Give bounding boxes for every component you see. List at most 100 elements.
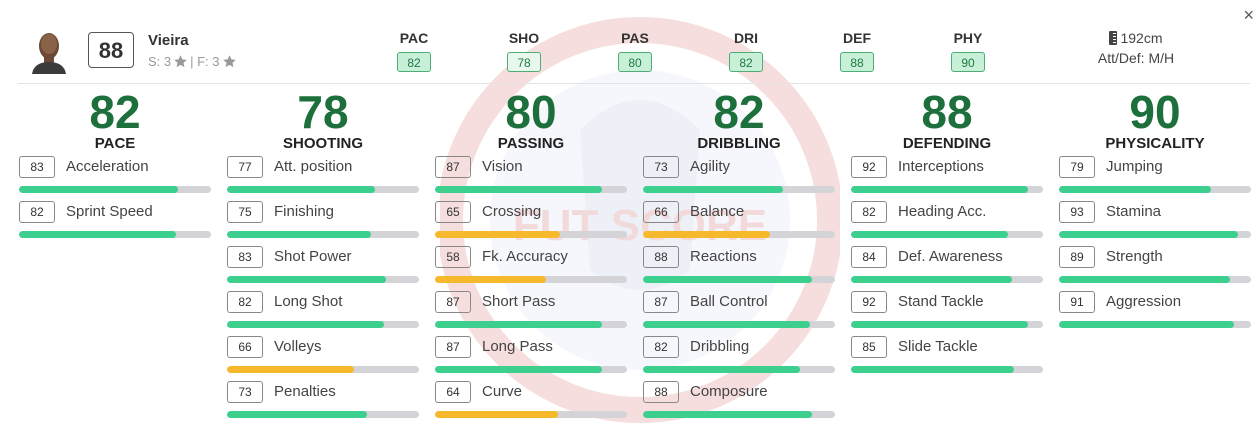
skill-moves-text: S: 3	[148, 54, 172, 69]
attribute-value: 83	[19, 156, 55, 178]
attribute-value: 66	[643, 201, 679, 223]
stat-value: 80	[618, 52, 652, 72]
attribute-name: Strength	[1106, 248, 1163, 265]
attribute-bar-track	[851, 276, 1043, 283]
star-icon	[222, 55, 236, 68]
player-workrates: Att/Def: M/H	[1097, 50, 1175, 66]
attribute-bar-track	[227, 186, 419, 193]
category-name: SHOOTING	[282, 135, 363, 152]
attribute-bar-track	[851, 366, 1043, 373]
attribute-bar-track	[227, 231, 419, 238]
attribute-bar-fill	[643, 186, 784, 193]
attribute-row: 82 Heading Acc.	[851, 201, 1043, 246]
attribute-bar-track	[227, 276, 419, 283]
category-column-physicality: 90 PHYSICALITY 79 Jumping 93 Stamina 89 Strengt…	[1059, 84, 1251, 336]
attribute-bar-fill	[1059, 231, 1238, 238]
attribute-value: 85	[851, 336, 887, 358]
attribute-bar-fill	[19, 231, 177, 238]
attribute-value: 92	[851, 291, 887, 313]
player-physical-info: 192cm Att/Def: M/H	[1086, 30, 1186, 66]
category-value: 88	[921, 86, 973, 138]
attribute-bar-fill	[643, 276, 812, 283]
attribute-value: 83	[227, 246, 263, 268]
category-name: DEFENDING	[902, 135, 992, 152]
category-column-dribbling: 82 DRIBBLING 73 Agility 66 Balance 88 Reactions…	[643, 84, 835, 426]
attribute-row: 88 Reactions	[643, 246, 835, 291]
attribute-row: 82 Sprint Speed	[19, 201, 211, 246]
attribute-name: Jumping	[1106, 158, 1163, 175]
attribute-value: 87	[435, 336, 471, 358]
attribute-bar-fill	[851, 186, 1028, 193]
attribute-bar-fill	[227, 411, 368, 418]
header-stat-pas: PAS 80	[605, 30, 665, 72]
attribute-name: Composure	[690, 383, 768, 400]
category-value: 82	[713, 86, 765, 138]
attribute-row: 91 Aggression	[1059, 291, 1251, 336]
attribute-bar-track	[1059, 231, 1251, 238]
category-value: 82	[89, 86, 141, 138]
attribute-name: Aggression	[1106, 293, 1182, 310]
attribute-bar-track	[435, 366, 627, 373]
attribute-row: 85 Slide Tackle	[851, 336, 1043, 381]
attribute-bar-track	[19, 231, 211, 238]
attribute-row: 84 Def. Awareness	[851, 246, 1043, 291]
attribute-bar-fill	[227, 366, 354, 373]
attribute-name: Fk. Accuracy	[482, 248, 568, 265]
stat-value: 90	[951, 52, 985, 72]
player-name[interactable]: Vieira	[148, 32, 189, 49]
attribute-value: 88	[643, 381, 679, 403]
attribute-bar-track	[643, 366, 835, 373]
attribute-bar-track	[851, 321, 1043, 328]
header-stat-pac: PAC 82	[384, 30, 444, 72]
attribute-row: 82 Dribbling	[643, 336, 835, 381]
attribute-bar-track	[435, 276, 627, 283]
attribute-name: Interceptions	[898, 158, 984, 175]
attribute-value: 75	[227, 201, 263, 223]
attribute-bar-fill	[1059, 276, 1230, 283]
attribute-bar-fill	[227, 321, 385, 328]
category-value: 78	[297, 86, 349, 138]
header-stat-phy: PHY 90	[938, 30, 998, 72]
attribute-row: 75 Finishing	[227, 201, 419, 246]
category-column-pace: 82 PACE 83 Acceleration 82 Sprint Speed	[19, 84, 211, 246]
attribute-bar-fill	[1059, 186, 1211, 193]
attribute-bar-track	[435, 186, 627, 193]
attribute-row: 73 Penalties	[227, 381, 419, 426]
attribute-bar-fill	[643, 411, 812, 418]
attribute-value: 64	[435, 381, 471, 403]
attribute-value: 65	[435, 201, 471, 223]
attribute-row: 88 Composure	[643, 381, 835, 426]
attribute-value: 66	[227, 336, 263, 358]
attribute-value: 87	[643, 291, 679, 313]
attribute-bar-track	[19, 186, 211, 193]
category-value: 90	[1129, 86, 1181, 138]
attribute-row: 87 Long Pass	[435, 336, 627, 381]
stat-value: 88	[840, 52, 874, 72]
attribute-name: Agility	[690, 158, 731, 175]
attribute-value: 73	[227, 381, 263, 403]
attribute-name: Volleys	[274, 338, 322, 355]
attribute-name: Short Pass	[482, 293, 556, 310]
attribute-row: 64 Curve	[435, 381, 627, 426]
attribute-bar-fill	[851, 321, 1028, 328]
stat-label: PAS	[621, 30, 649, 46]
attribute-name: Stand Tackle	[898, 293, 984, 310]
stat-label: DEF	[843, 30, 871, 46]
attribute-row: 92 Stand Tackle	[851, 291, 1043, 336]
attribute-value: 89	[1059, 246, 1095, 268]
attribute-value: 58	[435, 246, 471, 268]
attribute-row: 66 Balance	[643, 201, 835, 246]
attribute-bar-fill	[227, 276, 387, 283]
stat-value: 78	[507, 52, 541, 72]
attribute-bar-fill	[435, 411, 558, 418]
attribute-bar-track	[227, 366, 419, 373]
attribute-row: 87 Vision	[435, 156, 627, 201]
attribute-name: Long Shot	[274, 293, 343, 310]
stat-value: 82	[397, 52, 431, 72]
attribute-bar-track	[1059, 276, 1251, 283]
attribute-bar-track	[851, 186, 1043, 193]
attribute-bar-track	[227, 411, 419, 418]
attribute-bar-track	[643, 276, 835, 283]
player-height: 192cm	[1120, 30, 1163, 46]
attribute-bar-fill	[435, 186, 603, 193]
